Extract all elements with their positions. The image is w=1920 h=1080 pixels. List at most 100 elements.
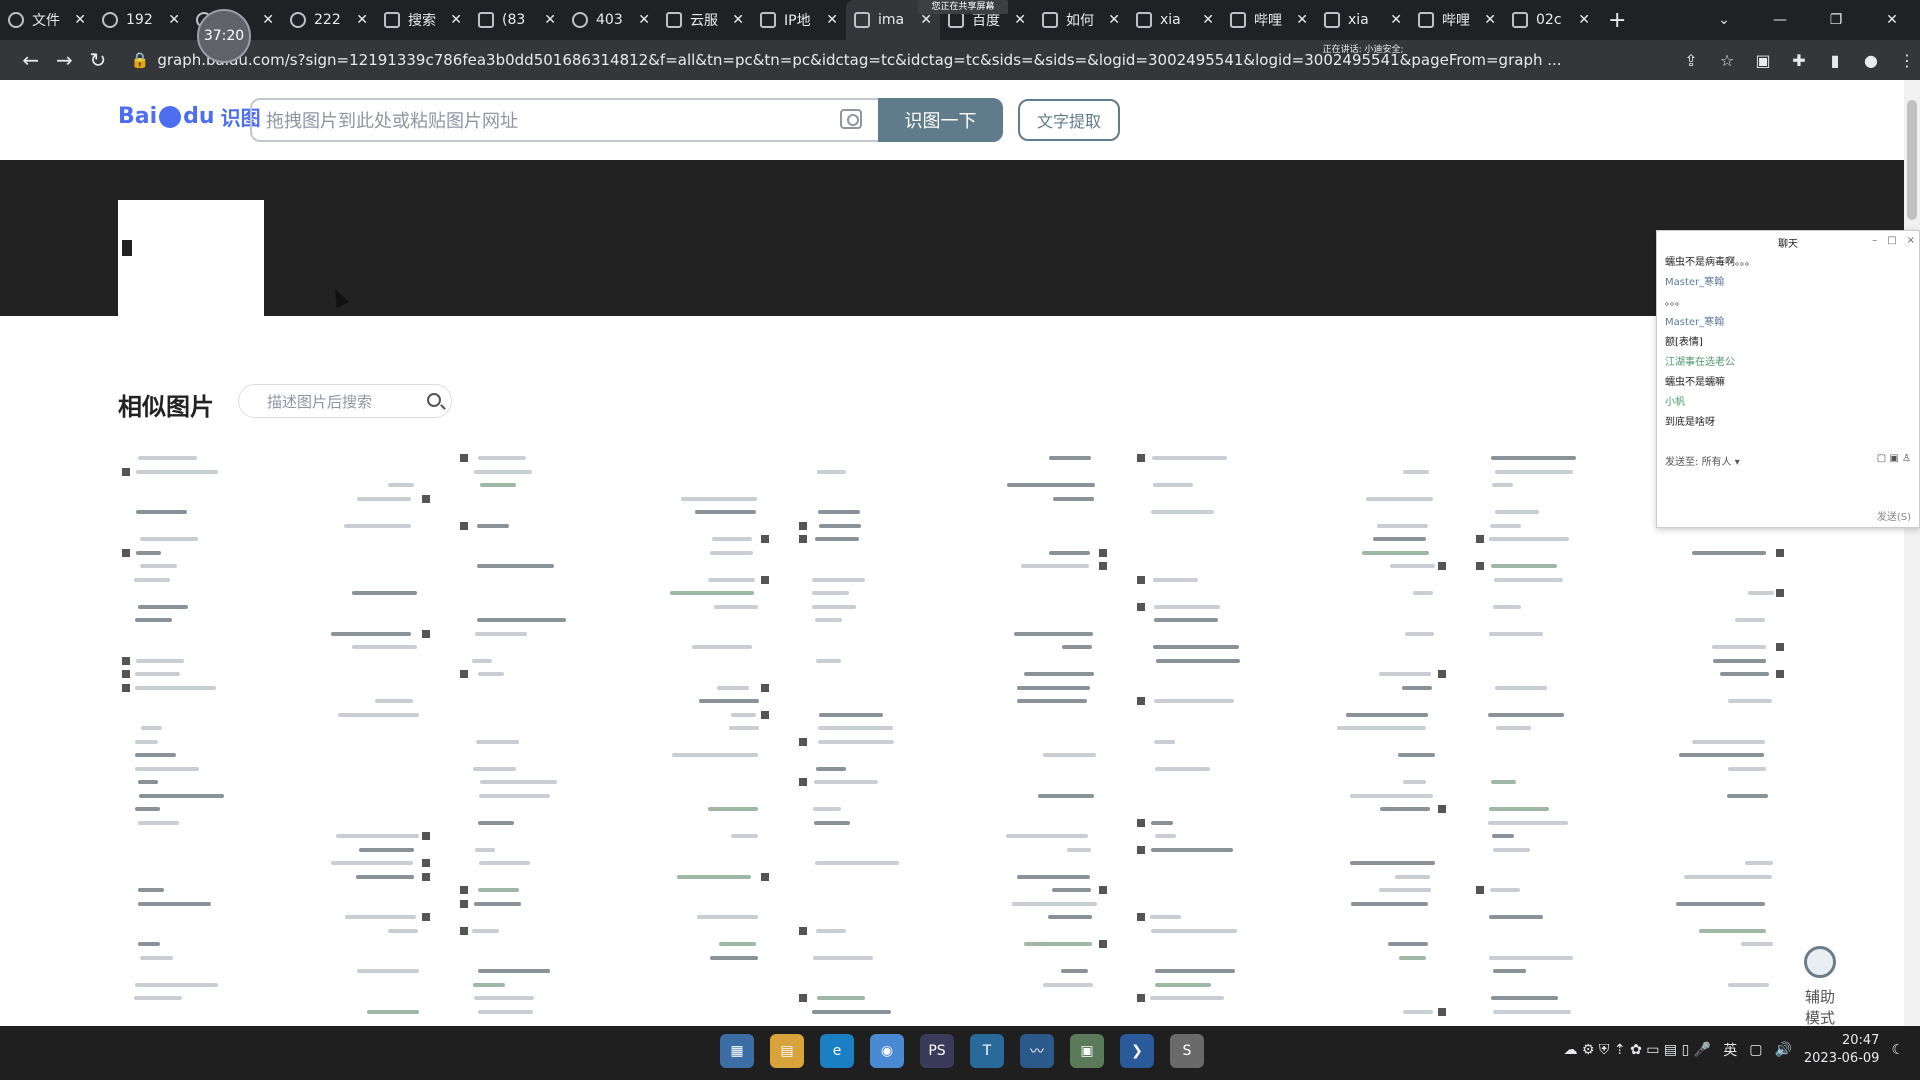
thumbnail-line [680,496,757,501]
browser-tab[interactable]: (83 ✕ [470,0,564,40]
close-tab-icon[interactable]: ✕ [1484,12,1496,28]
chat-send-button[interactable]: 发送(S) [1877,508,1911,523]
edge-icon[interactable]: e [820,1034,854,1068]
restore-icon[interactable]: ❐ [1808,12,1864,28]
network-icon[interactable]: ▢ [1749,1042,1762,1058]
image-search-input[interactable]: 拖拽图片到此处或粘贴图片网址 [250,98,878,142]
search-image-button[interactable]: 识图一下 [878,98,1003,142]
close-tab-icon[interactable]: ✕ [1108,12,1120,28]
assist-mode-button[interactable]: 辅助模式 [1802,946,1838,1026]
chat-restore-icon[interactable]: □ [1887,235,1896,246]
extension-icon[interactable]: ▣ [1750,47,1776,73]
thumbnail-line [812,807,842,811]
chat-close-icon[interactable]: × [1907,235,1915,246]
close-tab-icon[interactable]: ✕ [1390,12,1402,28]
similar-search-input[interactable]: 描述图片后搜索 [238,384,452,418]
phpstorm-icon[interactable]: PS [920,1034,954,1068]
thumbnail-line [709,550,754,555]
vscode-icon[interactable]: ❯ [1120,1034,1154,1068]
sidebar-icon[interactable]: ▮ [1822,47,1848,73]
new-tab-icon[interactable]: + [1608,8,1626,33]
close-tab-icon[interactable]: ✕ [356,12,368,28]
close-tab-icon[interactable]: ✕ [1296,12,1308,28]
thumbnail-line [136,658,184,663]
scrollbar-thumb[interactable] [1907,100,1917,220]
tab-label: 222 [314,12,341,28]
close-tab-icon[interactable]: ✕ [74,12,86,28]
tab-label: 403 [596,12,623,28]
close-tab-icon[interactable]: ✕ [826,12,838,28]
bookmark-star-icon[interactable]: ☆ [1714,47,1740,73]
close-tab-icon[interactable]: ✕ [450,12,462,28]
remote-desktop-icon[interactable]: ▣ [1070,1034,1104,1068]
close-tab-icon[interactable]: ✕ [262,12,274,28]
thumbnail-line [474,996,534,1000]
menu-icon[interactable]: ⋮ [1894,47,1920,73]
close-tab-icon[interactable]: ✕ [732,12,744,28]
baidu-shitu-logo[interactable]: Bai du 识图 [118,102,261,131]
tray-icons[interactable]: ☁ ⚙ ⛨ ⇡ ✿ ▭ ▤ ▯ 🎤 [1563,1042,1711,1058]
close-tab-icon[interactable]: ✕ [168,12,180,28]
send-to-select[interactable]: 所有人 [1702,457,1732,468]
browser-tab[interactable]: 搜索 ✕ [376,0,470,40]
browser-tab[interactable]: IP地 ✕ [752,0,846,40]
thumbnail-line [1678,753,1765,757]
thumbnail-avatar [1137,454,1146,462]
tab-search-icon[interactable]: ⌄ [1696,12,1752,28]
puzzle-icon[interactable]: ✚ [1786,47,1812,73]
browser-tab[interactable]: 哔哩 ✕ [1222,0,1316,40]
browser-tab[interactable]: 02c ✕ [1504,0,1598,40]
query-image-thumbnail[interactable] [118,200,264,316]
ime-indicator[interactable]: 英 [1723,1040,1737,1060]
thumbnail-line [1727,982,1770,987]
minimize-icon[interactable]: — [1752,12,1808,28]
close-tab-icon[interactable]: ✕ [920,12,932,28]
typora-icon[interactable]: T [970,1034,1004,1068]
text-extract-button[interactable]: 文字提取 [1018,99,1120,141]
browser-tab[interactable]: xia ✕ [1316,0,1410,40]
reload-icon[interactable]: ↻ [81,42,115,78]
back-icon[interactable]: ← [14,42,48,78]
browser-tab[interactable]: 192 ✕ [94,0,188,40]
forward-icon[interactable]: → [48,42,82,78]
thumbnail-line [818,712,884,717]
browser-tab[interactable]: 云服 ✕ [658,0,752,40]
volume-icon[interactable]: 🔊 [1774,1042,1791,1058]
page-scrollbar[interactable] [1904,80,1920,1026]
browser-tab[interactable]: 222 ✕ [282,0,376,40]
profile-icon[interactable]: ● [1858,47,1884,73]
similar-image-card[interactable] [118,450,435,1026]
start-icon[interactable]: ▦ [720,1034,754,1068]
search-icon[interactable] [427,393,441,407]
thumbnail-avatar [1437,562,1446,570]
share-icon[interactable]: ⇪ [1678,47,1704,73]
browser-tab[interactable]: 文件 ✕ [0,0,94,40]
chat-tool-icons[interactable]: ▢ ▣ ♙ [1877,453,1911,468]
close-tab-icon[interactable]: ✕ [1202,12,1214,28]
sublime-icon[interactable]: S [1170,1034,1204,1068]
similar-image-card[interactable] [1133,450,1450,1026]
similar-image-card[interactable] [1471,450,1789,1026]
browser-tab[interactable]: xia ✕ [1128,0,1222,40]
meeting-icon[interactable]: 〰 [1020,1034,1054,1068]
similar-image-card[interactable] [456,450,773,1026]
similar-image-card[interactable] [794,450,1112,1026]
chat-minimize-icon[interactable]: – [1872,235,1877,246]
close-tab-icon[interactable]: ✕ [1014,12,1026,28]
chrome-icon[interactable]: ◉ [870,1034,904,1068]
browser-tab[interactable]: 403 ✕ [564,0,658,40]
notification-icon[interactable]: ☾ [1891,1042,1904,1058]
thumbnail-line [343,523,411,528]
close-tab-icon[interactable]: ✕ [1578,12,1590,28]
thumbnail-avatar [798,521,807,530]
camera-icon[interactable] [840,109,862,129]
file-explorer-icon[interactable]: ▤ [770,1034,804,1068]
browser-tab[interactable]: 如何 ✕ [1034,0,1128,40]
close-tab-icon[interactable]: ✕ [638,12,650,28]
clock[interactable]: 20:47 2023-06-09 [1804,1032,1880,1068]
similar-search-placeholder: 描述图片后搜索 [267,392,373,411]
browser-tab[interactable]: 哔哩 ✕ [1410,0,1504,40]
close-tab-icon[interactable]: ✕ [544,12,556,28]
address-bar[interactable]: 🔒 graph.baidu.com/s?sign=12191339c786fea… [123,44,1670,76]
close-window-icon[interactable]: ✕ [1864,12,1920,28]
